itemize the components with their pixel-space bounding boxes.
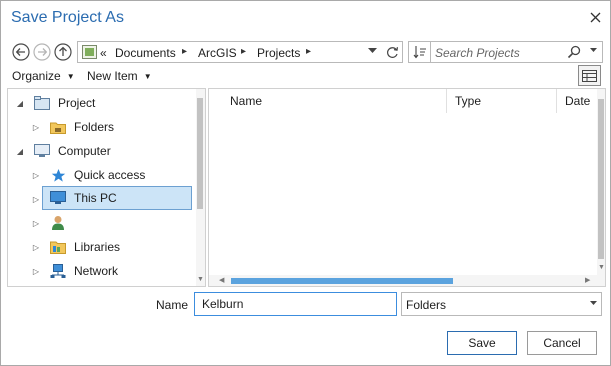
list-horizontal-scrollbar-thumb[interactable] [231, 278, 453, 284]
list-horizontal-scrollbar[interactable]: ◀ ▶ [209, 275, 597, 286]
list-vertical-scrollbar-thumb[interactable] [598, 99, 604, 259]
scroll-down-icon[interactable]: ▼ [197, 276, 204, 283]
save-project-dialog: Save Project As « Documents ▸ ArcGIS ▸ P… [0, 0, 611, 366]
name-label: Name [156, 298, 189, 312]
collapsed-arrow-icon[interactable]: ▷ [31, 219, 41, 228]
computer-icon [34, 143, 50, 159]
search-icon[interactable] [567, 45, 581, 59]
collapsed-arrow-icon[interactable]: ▷ [31, 171, 41, 180]
file-type-select[interactable]: Folders [401, 292, 602, 316]
search-dropdown-icon[interactable] [590, 48, 597, 53]
tree-item-this-pc[interactable]: This PC [42, 186, 192, 210]
refresh-button[interactable] [382, 41, 403, 63]
tree-item-label: Folders [74, 120, 115, 134]
column-divider[interactable] [446, 89, 447, 113]
up-button[interactable] [54, 43, 72, 61]
search-input[interactable] [435, 45, 565, 61]
address-bar[interactable]: « Documents ▸ ArcGIS ▸ Projects ▸ [77, 41, 384, 63]
file-list[interactable]: Name Type Date ▼ ◀ ▶ [208, 88, 606, 287]
tree-item-quick-access[interactable]: ▷ Quick access [8, 163, 198, 187]
chevron-down-icon: ▼ [143, 71, 152, 81]
dialog-title: Save Project As [11, 9, 124, 26]
tree-scrollbar-thumb[interactable] [197, 98, 203, 209]
folder-icon [50, 119, 66, 135]
tree-item-label: Network [74, 264, 119, 278]
arrow-left-icon [12, 43, 30, 61]
navigation-tree[interactable]: ◢ Project ▷ Folders ◢ Computer ▷ Quick a… [7, 88, 206, 287]
network-icon [50, 263, 66, 279]
chevron-down-icon: ▼ [66, 71, 75, 81]
breadcrumb-chevron-icon[interactable]: ▸ [182, 46, 187, 57]
collapsed-arrow-icon[interactable]: ▷ [31, 267, 41, 276]
tree-item-project[interactable]: ◢ Project [8, 91, 198, 115]
sort-icon [413, 46, 426, 59]
expanded-arrow-icon[interactable]: ◢ [15, 147, 25, 156]
libraries-icon [50, 239, 66, 255]
breadcrumb-chevron-icon[interactable]: ▸ [306, 46, 311, 57]
search-box[interactable] [430, 41, 603, 63]
column-divider[interactable] [556, 89, 557, 113]
cancel-button[interactable]: Cancel [527, 331, 597, 355]
tree-item-label: Libraries [74, 240, 121, 254]
close-icon [590, 12, 600, 22]
breadcrumb-projects[interactable]: Projects [257, 46, 300, 60]
scroll-right-icon[interactable]: ▶ [585, 277, 590, 284]
refresh-icon [386, 46, 398, 58]
column-header-name[interactable]: Name [230, 94, 262, 108]
project-icon [34, 95, 50, 111]
tree-scrollbar[interactable]: ▼ [196, 89, 205, 286]
back-button[interactable] [12, 43, 30, 61]
scroll-left-icon[interactable]: ◀ [219, 277, 224, 284]
column-header-type[interactable]: Type [455, 94, 481, 108]
save-button[interactable]: Save [447, 331, 517, 355]
tree-item-label: Quick access [74, 168, 146, 182]
forward-button[interactable] [33, 43, 51, 61]
collapsed-arrow-icon[interactable]: ▷ [31, 195, 41, 204]
monitor-icon [50, 190, 66, 206]
tree-item-libraries[interactable]: ▷ Libraries [8, 235, 198, 259]
tree-item-folders[interactable]: ▷ Folders [8, 115, 198, 139]
close-button[interactable] [585, 7, 605, 27]
list-vertical-scrollbar[interactable]: ▼ [597, 89, 605, 286]
tree-item-label: This PC [74, 191, 117, 205]
new-item-label: New Item [87, 69, 138, 83]
view-details-icon [582, 69, 597, 82]
view-options-button[interactable] [578, 65, 601, 86]
column-header-date[interactable]: Date [565, 94, 590, 108]
tree-expander-this-pc[interactable]: ▷ [31, 187, 41, 211]
user-icon [50, 215, 66, 231]
breadcrumb-arcgis[interactable]: ArcGIS [198, 46, 237, 60]
chevron-down-icon [590, 301, 597, 305]
collapsed-arrow-icon[interactable]: ▷ [31, 123, 41, 132]
tree-item-network[interactable]: ▷ Network [8, 259, 198, 283]
address-dropdown-icon[interactable] [368, 48, 377, 54]
expanded-arrow-icon[interactable]: ◢ [15, 99, 25, 108]
breadcrumb-chevron-icon[interactable]: ▸ [241, 46, 246, 57]
arrow-right-icon [33, 43, 51, 61]
tree-item-label: Project [58, 96, 96, 110]
new-item-menu[interactable]: New Item ▼ [87, 69, 152, 83]
arrow-up-icon [54, 43, 72, 61]
tree-item-computer[interactable]: ◢ Computer [8, 139, 198, 163]
organize-menu[interactable]: Organize ▼ [12, 69, 75, 83]
organize-label: Organize [12, 69, 61, 83]
collapsed-arrow-icon[interactable]: ▷ [31, 243, 41, 252]
file-type-value: Folders [406, 298, 447, 312]
breadcrumb-documents[interactable]: Documents [115, 46, 176, 60]
tree-item-user[interactable]: ▷ [8, 211, 198, 235]
star-icon [50, 167, 66, 183]
address-overflow[interactable]: « [100, 46, 107, 60]
scroll-down-icon[interactable]: ▼ [598, 264, 605, 271]
location-icon [82, 45, 97, 59]
tree-item-label: Computer [58, 144, 111, 158]
file-name-input[interactable] [194, 292, 397, 316]
sort-button[interactable] [408, 41, 430, 63]
